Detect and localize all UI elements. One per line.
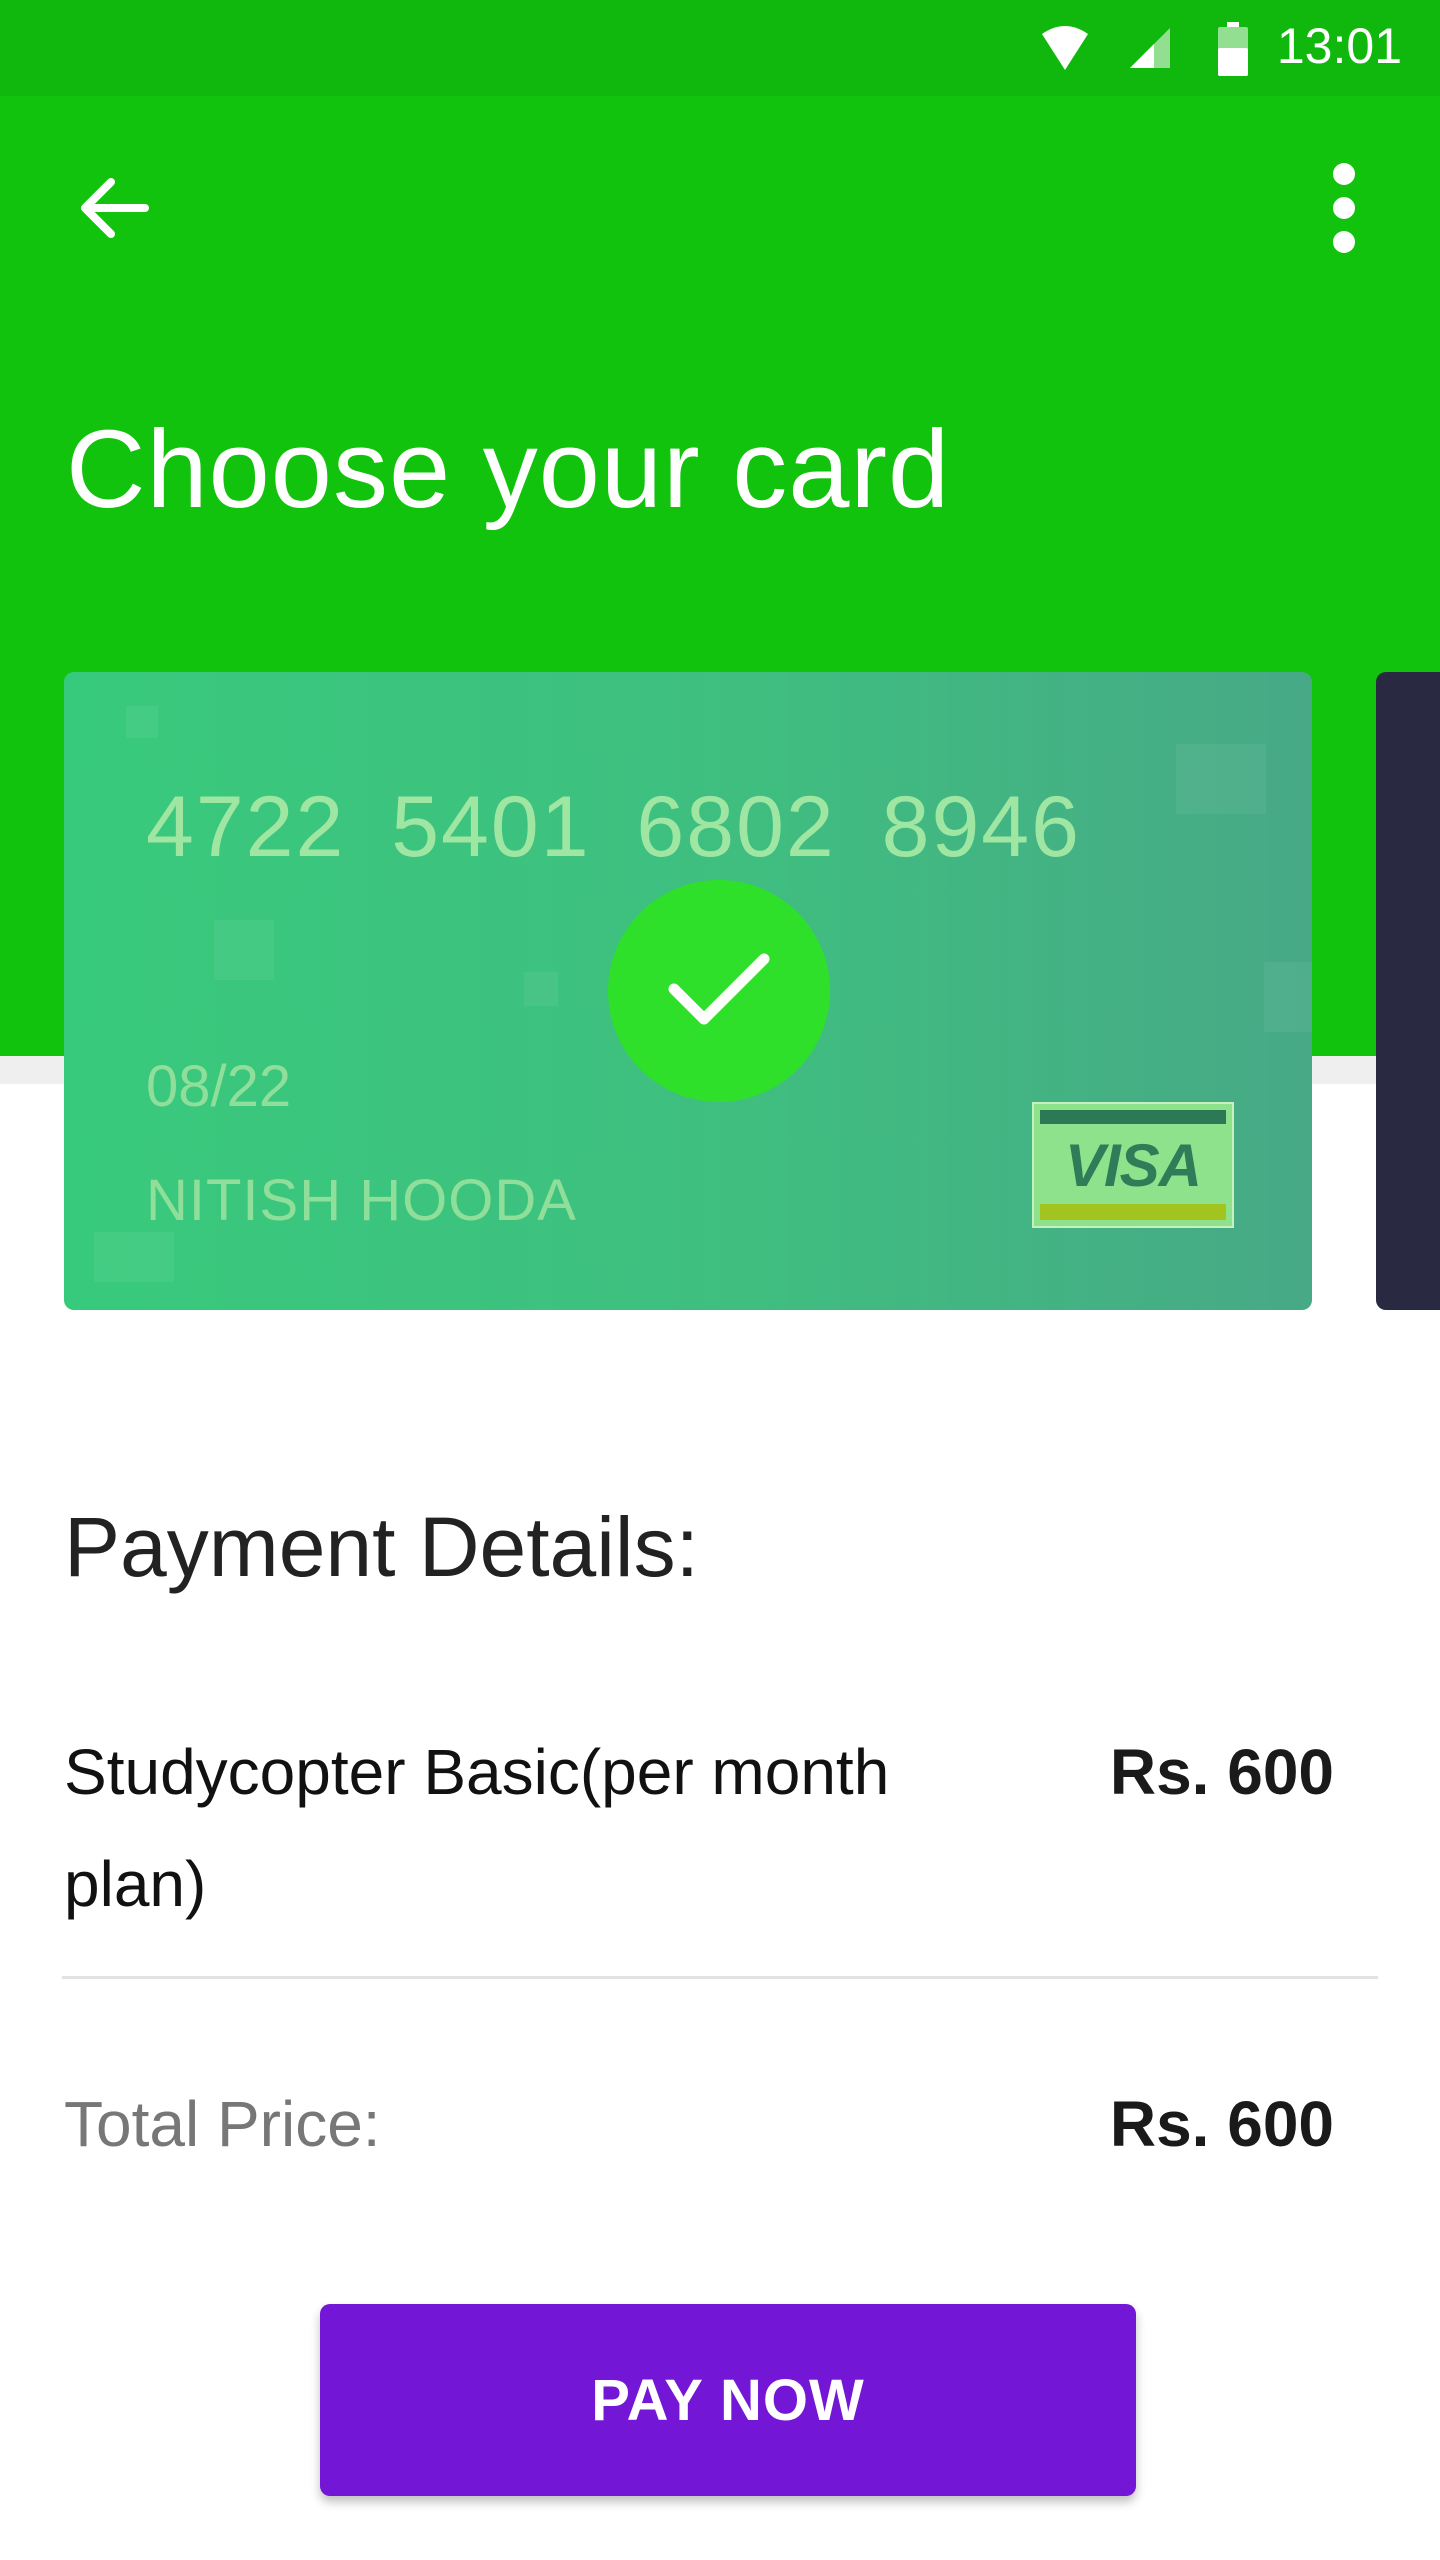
pay-now-button[interactable]: PAY NOW	[320, 2304, 1136, 2496]
cell-signal-icon	[1128, 26, 1172, 75]
visa-logo: VISA	[1032, 1102, 1234, 1228]
total-price-value: Rs. 600	[1109, 2088, 1334, 2160]
back-button[interactable]	[54, 150, 174, 270]
plan-name: Studycopter Basic(per month plan)	[64, 1736, 890, 1920]
card-pattern	[1176, 744, 1266, 814]
battery-icon	[1218, 22, 1248, 81]
card-pattern	[126, 706, 158, 738]
payment-details-heading: Payment Details:	[64, 1500, 699, 1594]
arrow-left-icon	[79, 176, 149, 245]
visa-top-stripe	[1040, 1110, 1226, 1124]
next-card-peek[interactable]	[1376, 672, 1440, 1310]
status-time: 13:01	[1276, 18, 1402, 74]
page-title: Choose your card	[66, 408, 951, 531]
divider	[62, 1976, 1378, 1979]
checkmark-icon	[666, 949, 772, 1034]
status-bar: 13:01	[0, 0, 1440, 96]
card-expiry: 08/22	[146, 1054, 292, 1119]
plan-price: Rs. 600	[1109, 1736, 1334, 1808]
card-holder-name: NITISH HOODA	[146, 1168, 577, 1233]
selected-indicator	[608, 880, 830, 1102]
more-vert-icon	[1331, 162, 1357, 258]
card-brand: VISA	[1064, 1132, 1202, 1199]
more-options-button[interactable]	[1284, 150, 1404, 270]
card-pattern	[524, 972, 558, 1006]
card-pattern	[94, 1232, 174, 1282]
card-number: 4722 5401 6802 8946	[146, 779, 1081, 875]
visa-bottom-stripe	[1040, 1204, 1226, 1220]
card-pattern	[214, 920, 274, 980]
total-price-label: Total Price:	[64, 2088, 381, 2160]
wifi-icon	[1040, 26, 1090, 77]
card-pattern	[1264, 962, 1312, 1032]
